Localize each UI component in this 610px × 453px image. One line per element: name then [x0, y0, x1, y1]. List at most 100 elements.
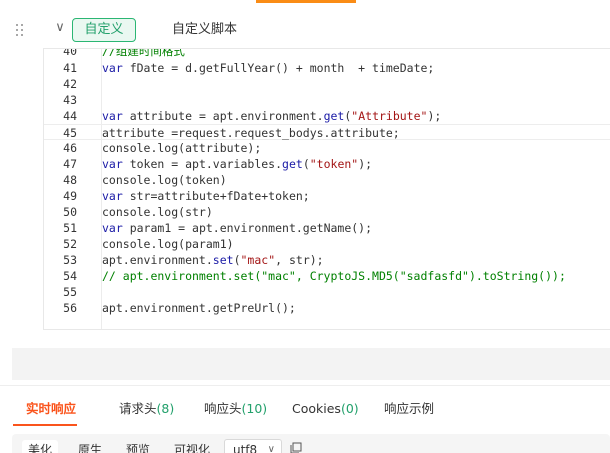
- tab-cookies[interactable]: Cookies(0): [292, 401, 359, 417]
- code-text: attribute =request.request_bodys.attribu…: [102, 125, 400, 141]
- code-token: "mac": [240, 253, 276, 267]
- line-number: 41: [63, 61, 77, 75]
- code-token: "Attribute": [351, 109, 428, 123]
- code-token: set: [212, 253, 234, 267]
- code-line: 45 attribute =request.request_bodys.attri…: [44, 124, 610, 140]
- code-token: attribute =request.request_bodys.attribu…: [102, 126, 400, 140]
- code-text: var param1 = apt.environment.getName();: [102, 220, 372, 236]
- code-token: var: [102, 61, 123, 75]
- code-token: "token": [309, 157, 359, 171]
- code-token: fDate = d.getFullYear() + month + timeDa…: [122, 61, 435, 75]
- code-token: );: [427, 109, 442, 123]
- code-text: var str=attribute+fDate+token;: [102, 188, 310, 204]
- code-token: console.log(param1): [102, 237, 234, 251]
- code-line: 47 var token = apt.variables.get("token")…: [44, 156, 610, 172]
- line-number: 46: [63, 141, 77, 155]
- code-line: 55: [44, 284, 610, 300]
- code-line: 43: [44, 92, 610, 108]
- line-number: 43: [63, 93, 77, 107]
- code-line: 41 var fDate = d.getFullYear() + month + …: [44, 60, 610, 76]
- code-line: 51 var param1 = apt.environment.getName()…: [44, 220, 610, 236]
- code-token: console.log(str): [102, 205, 213, 219]
- copy-icon[interactable]: [290, 442, 302, 453]
- tab-custom-script[interactable]: 自定义脚本: [172, 22, 237, 38]
- format-pretty-button[interactable]: 美化: [22, 440, 59, 453]
- format-visualize-button[interactable]: 可视化: [174, 442, 210, 453]
- divider-panel: [12, 348, 610, 380]
- response-format-toolbar: 美化 原生 预览 可视化 utf8 ∨: [12, 434, 610, 453]
- code-text: console.log(param1): [102, 236, 234, 252]
- tab-response-headers[interactable]: 响应头(10): [204, 401, 267, 417]
- code-text: apt.environment.set("mac", str);: [102, 252, 324, 268]
- code-line: 53 apt.environment.set("mac", str);: [44, 252, 610, 268]
- chevron-down-icon: ∨: [267, 444, 275, 453]
- code-line: 52 console.log(param1): [44, 236, 610, 252]
- encoding-select[interactable]: utf8 ∨: [224, 439, 282, 453]
- format-raw-button[interactable]: 原生: [78, 442, 102, 453]
- tab-label: 响应示例: [384, 401, 435, 416]
- tab-label: Cookies: [292, 401, 341, 416]
- code-text: // apt.environment.set("mac", CryptoJS.M…: [102, 268, 566, 284]
- line-number: 55: [63, 285, 77, 299]
- encoding-value: utf8: [233, 443, 258, 453]
- code-token: str=attribute+fDate+token;: [122, 189, 310, 203]
- code-token: console.log(attribute);: [102, 141, 262, 155]
- code-line: 42: [44, 76, 610, 92]
- line-number: 54: [63, 269, 77, 283]
- line-number: 53: [63, 253, 77, 267]
- code-token: (: [233, 253, 241, 267]
- code-token: attribute = apt.environment.: [122, 109, 324, 123]
- line-number: 56: [63, 301, 77, 315]
- code-text: console.log(str): [102, 204, 213, 220]
- code-line: 48 console.log(token): [44, 172, 610, 188]
- code-line: 46 console.log(attribute);: [44, 140, 610, 156]
- tab-response-examples[interactable]: 响应示例: [384, 401, 434, 417]
- code-token: token = apt.variables.: [122, 157, 283, 171]
- code-text: console.log(attribute);: [102, 140, 261, 156]
- code-token: apt.environment.getPreUrl();: [102, 301, 296, 315]
- code-text: var attribute = apt.environment.get("Att…: [102, 108, 441, 124]
- code-token: get: [323, 109, 345, 123]
- line-number: 50: [63, 205, 77, 219]
- line-number: 48: [63, 173, 77, 187]
- code-text: var fDate = d.getFullYear() + month + ti…: [102, 60, 434, 76]
- code-token: param1 = apt.environment.getName();: [122, 221, 373, 235]
- response-tabs: 实时响应 请求头(8) 响应头(10) Cookies(0) 响应示例: [0, 385, 610, 429]
- code-line: 49 var str=attribute+fDate+token;: [44, 188, 610, 204]
- tab-count: (10): [241, 401, 268, 416]
- code-token: );: [358, 157, 373, 171]
- tab-count: (8): [156, 401, 175, 416]
- code-line: 50 console.log(str): [44, 204, 610, 220]
- tab-label: 响应头: [204, 401, 242, 416]
- line-number: 52: [63, 237, 77, 251]
- line-number: 40: [63, 48, 77, 58]
- code-token: (: [302, 157, 310, 171]
- format-preview-button[interactable]: 预览: [126, 442, 150, 453]
- tab-realtime-response[interactable]: 实时响应: [26, 401, 76, 417]
- code-comment-clipped: //组建时间格式: [102, 48, 185, 58]
- code-editor[interactable]: 40 //组建时间格式 41 var fDate = d.getFullYear(…: [43, 48, 610, 330]
- code-token: // apt.environment.set("mac", CryptoJS.M…: [102, 269, 566, 283]
- drag-handle-icon[interactable]: [16, 24, 26, 38]
- code-token: var: [102, 157, 123, 171]
- code-token: apt.environment.: [102, 253, 213, 267]
- code-line: 56 apt.environment.getPreUrl();: [44, 300, 610, 316]
- chevron-down-icon[interactable]: ∨: [52, 20, 68, 36]
- tab-count: (0): [340, 401, 359, 416]
- code-line: 44 var attribute = apt.environment.get("A…: [44, 108, 610, 124]
- code-token: var: [102, 109, 123, 123]
- line-number: 44: [63, 109, 77, 123]
- tab-label: 请求头: [119, 401, 157, 416]
- tab-custom[interactable]: 自定义: [72, 18, 136, 42]
- code-line: 54 // apt.environment.set("mac", CryptoJS…: [44, 268, 610, 284]
- line-number: 42: [63, 77, 77, 91]
- line-number: 47: [63, 157, 77, 171]
- tab-label: 实时响应: [26, 401, 77, 416]
- line-number: 49: [63, 189, 77, 203]
- code-text: apt.environment.getPreUrl();: [102, 300, 296, 316]
- tab-request-headers[interactable]: 请求头(8): [119, 401, 174, 417]
- active-tab-underline: [13, 424, 77, 426]
- code-token: var: [102, 221, 123, 235]
- code-text: console.log(token): [102, 172, 227, 188]
- line-number: 45: [63, 126, 77, 140]
